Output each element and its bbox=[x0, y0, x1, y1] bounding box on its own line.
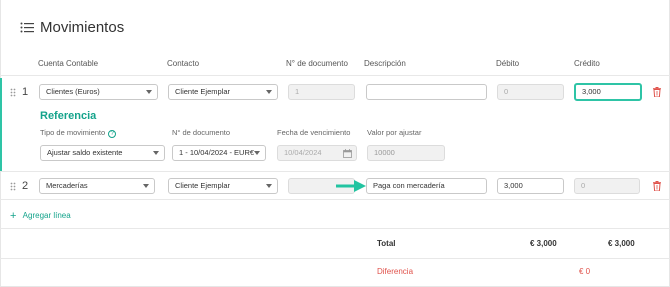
list-icon bbox=[20, 22, 34, 33]
cuenta-select[interactable]: Mercaderías bbox=[39, 178, 155, 194]
referencia-documento-select[interactable]: 1 - 10/04/2024 - EUR€ bbox=[172, 145, 266, 161]
fecha-label: Fecha de vencimiento bbox=[277, 128, 351, 137]
diferencia-value: € 0 bbox=[579, 267, 591, 276]
column-header-contacto: Contacto bbox=[167, 59, 200, 68]
documento-input[interactable]: 1 bbox=[288, 84, 355, 100]
contacto-select[interactable]: Cliente Ejemplar bbox=[168, 178, 278, 194]
active-row-indicator bbox=[0, 78, 2, 171]
column-header-credito: Crédito bbox=[574, 59, 600, 68]
fecha-vencimiento-input[interactable]: 10/04/2024 bbox=[277, 145, 357, 161]
total-label: Total bbox=[377, 239, 396, 248]
info-icon[interactable]: ? bbox=[108, 130, 117, 138]
row-number: 1 bbox=[22, 86, 29, 98]
arrow-annotation-icon bbox=[336, 180, 366, 192]
doc-label: N° de documento bbox=[172, 128, 231, 137]
trash-icon[interactable] bbox=[653, 87, 661, 97]
column-header-documento: N° de documento bbox=[286, 59, 348, 68]
calendar-icon[interactable] bbox=[343, 149, 352, 158]
total-debito: € 3,000 bbox=[530, 239, 557, 248]
row-number: 2 bbox=[22, 180, 29, 192]
trash-icon[interactable] bbox=[653, 181, 661, 191]
add-line-label: Agregar línea bbox=[22, 211, 71, 220]
divider bbox=[0, 75, 670, 76]
tipo-movimiento-select[interactable]: Ajustar saldo existente bbox=[40, 145, 165, 161]
tipo-label: Tipo de movimiento? bbox=[40, 128, 117, 138]
drag-handle-icon[interactable] bbox=[10, 182, 16, 191]
drag-handle-icon[interactable] bbox=[10, 88, 16, 97]
referencia-title: Referencia bbox=[40, 110, 97, 122]
valor-label: Valor por ajustar bbox=[367, 128, 422, 137]
valor-ajustar-input[interactable]: 10000 bbox=[367, 145, 445, 161]
divider bbox=[0, 258, 670, 259]
column-header-descripcion: Descripción bbox=[364, 59, 406, 68]
descripcion-input[interactable]: Paga con mercadería bbox=[366, 178, 487, 194]
total-credito: € 3,000 bbox=[608, 239, 635, 248]
credito-input[interactable]: 3,000 bbox=[574, 83, 642, 101]
page-title: Movimientos bbox=[40, 19, 125, 36]
debito-input[interactable]: 0 bbox=[497, 84, 564, 100]
column-header-cuenta: Cuenta Contable bbox=[38, 59, 99, 68]
plus-icon: + bbox=[10, 210, 17, 222]
debito-input[interactable]: 3,000 bbox=[497, 178, 564, 194]
column-header-debito: Débito bbox=[496, 59, 520, 68]
add-line-button[interactable]: + Agregar línea bbox=[10, 210, 71, 222]
cuenta-select[interactable]: Clientes (Euros) bbox=[39, 84, 158, 100]
movements-panel bbox=[0, 0, 670, 287]
diferencia-label: Diferencia bbox=[377, 267, 414, 276]
fecha-value: 10/04/2024 bbox=[284, 148, 322, 157]
divider bbox=[0, 228, 670, 229]
divider bbox=[0, 171, 670, 172]
credito-input[interactable]: 0 bbox=[574, 178, 640, 194]
divider bbox=[0, 199, 670, 200]
contacto-select[interactable]: Cliente Ejemplar bbox=[168, 84, 278, 100]
descripcion-input[interactable] bbox=[366, 84, 487, 100]
